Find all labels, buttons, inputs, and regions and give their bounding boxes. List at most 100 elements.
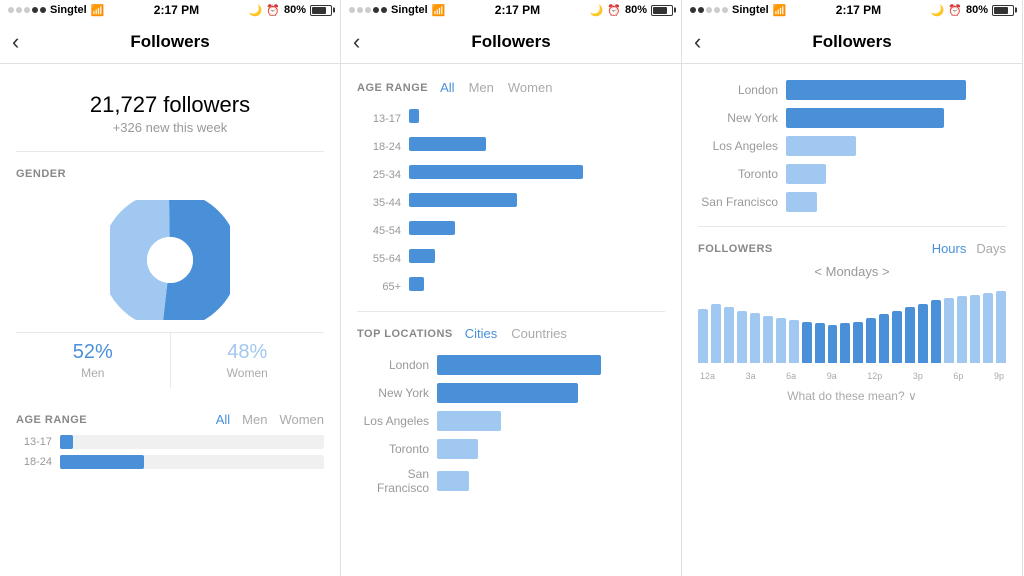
bar-rect (957, 296, 967, 363)
location-bar-track (437, 471, 665, 491)
status-bar-3: Singtel 📶 2:17 PM 🌙 ⏰ 80% (682, 0, 1022, 20)
back-button-1[interactable]: ‹ (12, 29, 19, 55)
bar-rect (815, 323, 825, 363)
age-tab-men-1[interactable]: Men (242, 412, 267, 427)
battery-icon-1 (310, 5, 332, 16)
location-bar-fill (786, 80, 966, 100)
age-label: 35-44 (357, 197, 401, 209)
bar-col (996, 287, 1006, 363)
age-bar-fill (409, 277, 424, 291)
follower-count: 21,727 followers (16, 92, 324, 118)
age-tab-all-1[interactable]: All (216, 412, 230, 427)
signal-dots-1 (8, 7, 46, 13)
time-2: 2:17 PM (495, 3, 540, 17)
age-tab-women-1[interactable]: Women (279, 412, 324, 427)
status-right-1: 🌙 ⏰ 80% (249, 4, 332, 17)
locations-title-2: TOP LOCATIONS (357, 328, 453, 340)
bar-rect (996, 291, 1006, 363)
wifi-icon-1: 📶 (91, 4, 105, 17)
pie-center (147, 237, 193, 283)
age-bar-track (409, 109, 665, 129)
location-bar-fill (786, 136, 856, 156)
back-button-3[interactable]: ‹ (694, 29, 701, 55)
battery-icon-2 (651, 5, 673, 16)
tab-countries[interactable]: Countries (511, 326, 567, 341)
gender-labels: 52% Men 48% Women (16, 332, 324, 388)
dot (690, 7, 696, 13)
panel-1: Singtel 📶 2:17 PM 🌙 ⏰ 80% ‹ Followers 21… (0, 0, 341, 576)
bar-col (698, 287, 708, 363)
bar-rect (931, 300, 941, 363)
age-filter-row-1: AGE RANGE All Men Women (16, 412, 324, 427)
alarm-icon-1: ⏰ (266, 4, 280, 17)
help-text: What do these mean? (787, 389, 904, 403)
stats-summary: 21,727 followers +326 new this week (16, 80, 324, 152)
help-link[interactable]: What do these mean? ∨ (698, 389, 1006, 403)
gender-women: 48% Women (171, 333, 325, 388)
tab-hours[interactable]: Hours (932, 241, 967, 256)
time-label: 3a (746, 371, 756, 381)
location-label: Los Angeles (698, 139, 778, 153)
panel-2-content: AGE RANGE All Men Women 13-17 18-24 25-3… (341, 64, 681, 576)
location-bar-fill (437, 355, 601, 375)
age-tab-all-2[interactable]: All (440, 80, 454, 95)
location-bar-track (786, 80, 1006, 100)
tab-cities[interactable]: Cities (465, 326, 498, 341)
status-bar-1: Singtel 📶 2:17 PM 🌙 ⏰ 80% (0, 0, 340, 20)
age-tabs-2: All Men Women (440, 80, 552, 95)
age-bar-track (60, 455, 324, 469)
dot (32, 7, 38, 13)
pie-container: 52% Men 48% Women (16, 192, 324, 396)
divider-3 (698, 226, 1006, 227)
carrier-1: Singtel (50, 4, 87, 16)
bar-rect (853, 322, 863, 363)
dot (16, 7, 22, 13)
dot (8, 7, 14, 13)
age-bar-fill (60, 455, 144, 469)
location-bars-3: London New York Los Angeles Toronto San … (698, 80, 1006, 212)
women-label: Women (171, 366, 325, 380)
location-row: New York (698, 108, 1006, 128)
nav-bar-1: ‹ Followers (0, 20, 340, 64)
age-row: 13-17 (16, 435, 324, 449)
follower-new: +326 new this week (16, 120, 324, 135)
location-row: London (698, 80, 1006, 100)
location-bar-track (437, 355, 665, 375)
bar-col (983, 287, 993, 363)
age-tab-women-2[interactable]: Women (508, 80, 553, 95)
page-title-2: Followers (471, 32, 550, 52)
age-bar-track (409, 165, 665, 185)
nav-bar-3: ‹ Followers (682, 20, 1022, 64)
bar-rect (750, 313, 760, 363)
location-label: San Francisco (357, 467, 429, 495)
time-3: 2:17 PM (836, 3, 881, 17)
tab-days[interactable]: Days (976, 241, 1006, 256)
bar-col (724, 287, 734, 363)
bar-rect (698, 309, 708, 363)
age-bar-track (60, 435, 324, 449)
bar-col (957, 287, 967, 363)
status-left-2: Singtel 📶 (349, 4, 445, 17)
location-row: Los Angeles (357, 411, 665, 431)
time-label: 3p (913, 371, 923, 381)
dot (24, 7, 30, 13)
age-tab-men-2[interactable]: Men (469, 80, 494, 95)
location-bar-fill (437, 383, 578, 403)
time-label: 9p (994, 371, 1004, 381)
location-label: New York (357, 386, 429, 400)
location-bar-track (437, 439, 665, 459)
location-row: London (357, 355, 665, 375)
time-label: 12a (700, 371, 715, 381)
age-label: 13-17 (16, 436, 52, 448)
next-day-icon[interactable]: > (882, 264, 890, 279)
prev-day-icon[interactable]: < (814, 264, 822, 279)
dot (40, 7, 46, 13)
time-axis-labels: 12a3a6a9a12p3p6p9p (698, 371, 1006, 381)
bar-rect (711, 304, 721, 363)
age-filter-row-2: AGE RANGE All Men Women (357, 80, 665, 95)
location-bar-fill (437, 439, 478, 459)
bar-rect (763, 316, 773, 363)
back-button-2[interactable]: ‹ (353, 29, 360, 55)
battery-pct-2: 80% (625, 4, 647, 16)
gender-pie-chart (110, 200, 230, 320)
